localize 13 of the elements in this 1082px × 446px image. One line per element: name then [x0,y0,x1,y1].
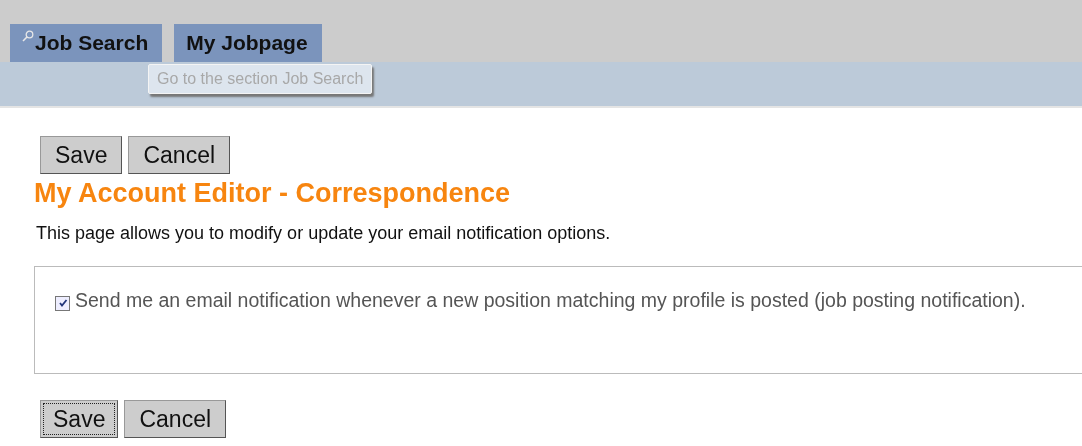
form-button[interactable]: Save [40,400,119,438]
tooltip: Go to the section Job Search [148,64,373,94]
nav-tab[interactable]: My Jobpage [174,24,322,62]
nav-tab[interactable]: Job Search [10,24,163,62]
form-button[interactable]: Cancel [128,136,231,174]
search-icon [22,30,34,42]
page-title: My Account Editor - Correspondence [34,178,512,209]
checkbox[interactable] [55,295,70,311]
form-button[interactable]: Cancel [124,400,227,438]
page-description: This page allows you to modify or update your email notification options. [36,223,612,244]
checkbox-label: Send me an email notification whenever a new position matching my profile is posted (job posting notification). [75,289,1026,311]
form-button[interactable]: Save [40,136,123,174]
checkmark-icon [57,298,68,308]
